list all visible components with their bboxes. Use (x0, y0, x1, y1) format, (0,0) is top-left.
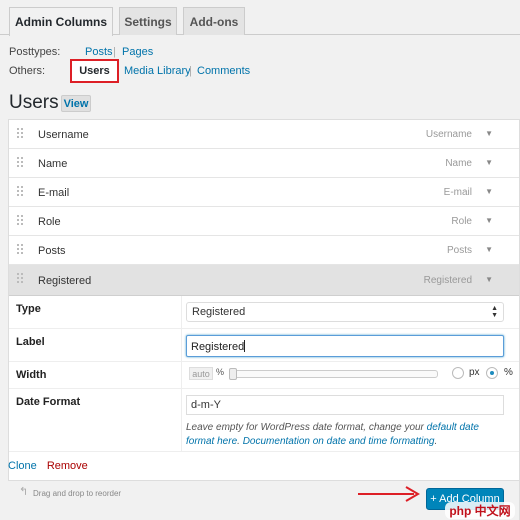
date-format-label: Date Format (9, 389, 182, 451)
label-input-value: Registered (191, 341, 245, 353)
column-actions: Clone Remove (8, 460, 88, 472)
current-type-users[interactable]: Users (70, 59, 119, 83)
column-type: Role (451, 216, 472, 227)
date-format-input[interactable]: d-m-Y (186, 395, 504, 415)
column-type: Name (445, 158, 472, 169)
unit-px-label: px (469, 367, 480, 378)
drag-handle-icon[interactable] (17, 157, 23, 170)
column-name: E-mail (38, 187, 70, 199)
others-link-comments[interactable]: Comments (197, 65, 250, 77)
toggle-arrow-icon[interactable]: ▼ (485, 158, 493, 167)
setting-row-width: Width auto % px % (9, 362, 519, 389)
column-row-username[interactable]: Username Username ▼ (9, 120, 519, 149)
type-select[interactable]: Registered ▲ ▼ (186, 302, 504, 322)
select-arrows-icon: ▲ ▼ (491, 305, 498, 319)
column-name: Username (38, 129, 89, 141)
width-value-box: auto (189, 367, 213, 380)
column-row-email[interactable]: E-mail E-mail ▼ (9, 178, 519, 207)
column-row-role[interactable]: Role Role ▼ (9, 207, 519, 236)
column-name: Name (38, 158, 68, 170)
column-row-registered[interactable]: Registered Registered ▼ (9, 265, 519, 296)
column-name: Registered (38, 275, 92, 287)
remove-link[interactable]: Remove (47, 460, 88, 472)
column-name: Posts (38, 245, 66, 257)
column-type: Username (425, 129, 472, 140)
column-row-name[interactable]: Name Name ▼ (9, 149, 519, 178)
toggle-arrow-icon[interactable]: ▼ (485, 245, 493, 254)
drag-handle-icon[interactable] (17, 186, 23, 199)
drag-handle-icon[interactable] (17, 244, 23, 257)
toggle-arrow-icon[interactable]: ▼ (485, 129, 493, 138)
slider-handle[interactable] (229, 368, 237, 380)
column-type: Posts (446, 245, 472, 256)
drag-note: Drag and drop to reorder (33, 489, 122, 498)
separator: | (189, 65, 192, 77)
others-label: Others: (9, 65, 46, 77)
posttypes-label: Posttypes: (9, 46, 61, 58)
toggle-arrow-icon[interactable]: ▼ (485, 275, 493, 284)
toggle-arrow-icon[interactable]: ▼ (485, 216, 493, 225)
width-control: auto % px % (186, 366, 516, 382)
reorder-arrow-icon: ↰ (19, 486, 29, 498)
clone-link[interactable]: Clone (8, 460, 37, 472)
others-link-media-library[interactable]: Media Library (124, 65, 191, 77)
toggle-arrow-icon[interactable]: ▼ (485, 187, 493, 196)
setting-row-label: Label Registered (9, 329, 519, 362)
watermark-logo: php 中文网 (440, 500, 520, 520)
text-caret (244, 340, 246, 352)
posttype-link-pages[interactable]: Pages (122, 46, 153, 58)
tab-add-ons[interactable]: Add-ons (183, 7, 245, 35)
drag-handle-icon[interactable] (17, 273, 23, 286)
column-name: Role (38, 216, 61, 228)
width-slider[interactable] (229, 368, 438, 380)
unit-percent-label: % (504, 367, 513, 378)
label-input[interactable]: Registered (186, 335, 504, 357)
unit-radio-percent[interactable] (486, 367, 498, 379)
view-button[interactable]: View (61, 95, 91, 112)
setting-row-type: Type Registered ▲ ▼ (9, 296, 519, 329)
tab-settings[interactable]: Settings (119, 7, 177, 35)
red-arrow-annotation (358, 486, 420, 502)
setting-row-date-format: Date Format d-m-Y Leave empty for WordPr… (9, 389, 519, 452)
tab-bar: Admin Columns Settings Add-ons (0, 0, 520, 36)
tab-admin-columns[interactable]: Admin Columns (9, 7, 113, 36)
column-row-posts[interactable]: Posts Posts ▼ (9, 236, 519, 265)
type-select-value: Registered (192, 306, 246, 318)
drag-handle-icon[interactable] (17, 128, 23, 141)
date-format-hint: Leave empty for WordPress date format, c… (186, 422, 479, 447)
page-title: Users (9, 92, 59, 113)
date-documentation-link[interactable]: Documentation on date and time formattin… (243, 436, 435, 447)
width-percent-sign: % (216, 367, 225, 377)
column-type: Registered (423, 275, 472, 286)
type-label: Type (9, 296, 182, 328)
drag-handle-icon[interactable] (17, 215, 23, 228)
posttype-link-posts[interactable]: Posts (85, 46, 113, 58)
unit-radio-px[interactable] (452, 367, 464, 379)
label-label: Label (9, 329, 182, 361)
separator: | (113, 46, 116, 58)
column-type: E-mail (443, 187, 472, 198)
width-label: Width (9, 362, 182, 388)
